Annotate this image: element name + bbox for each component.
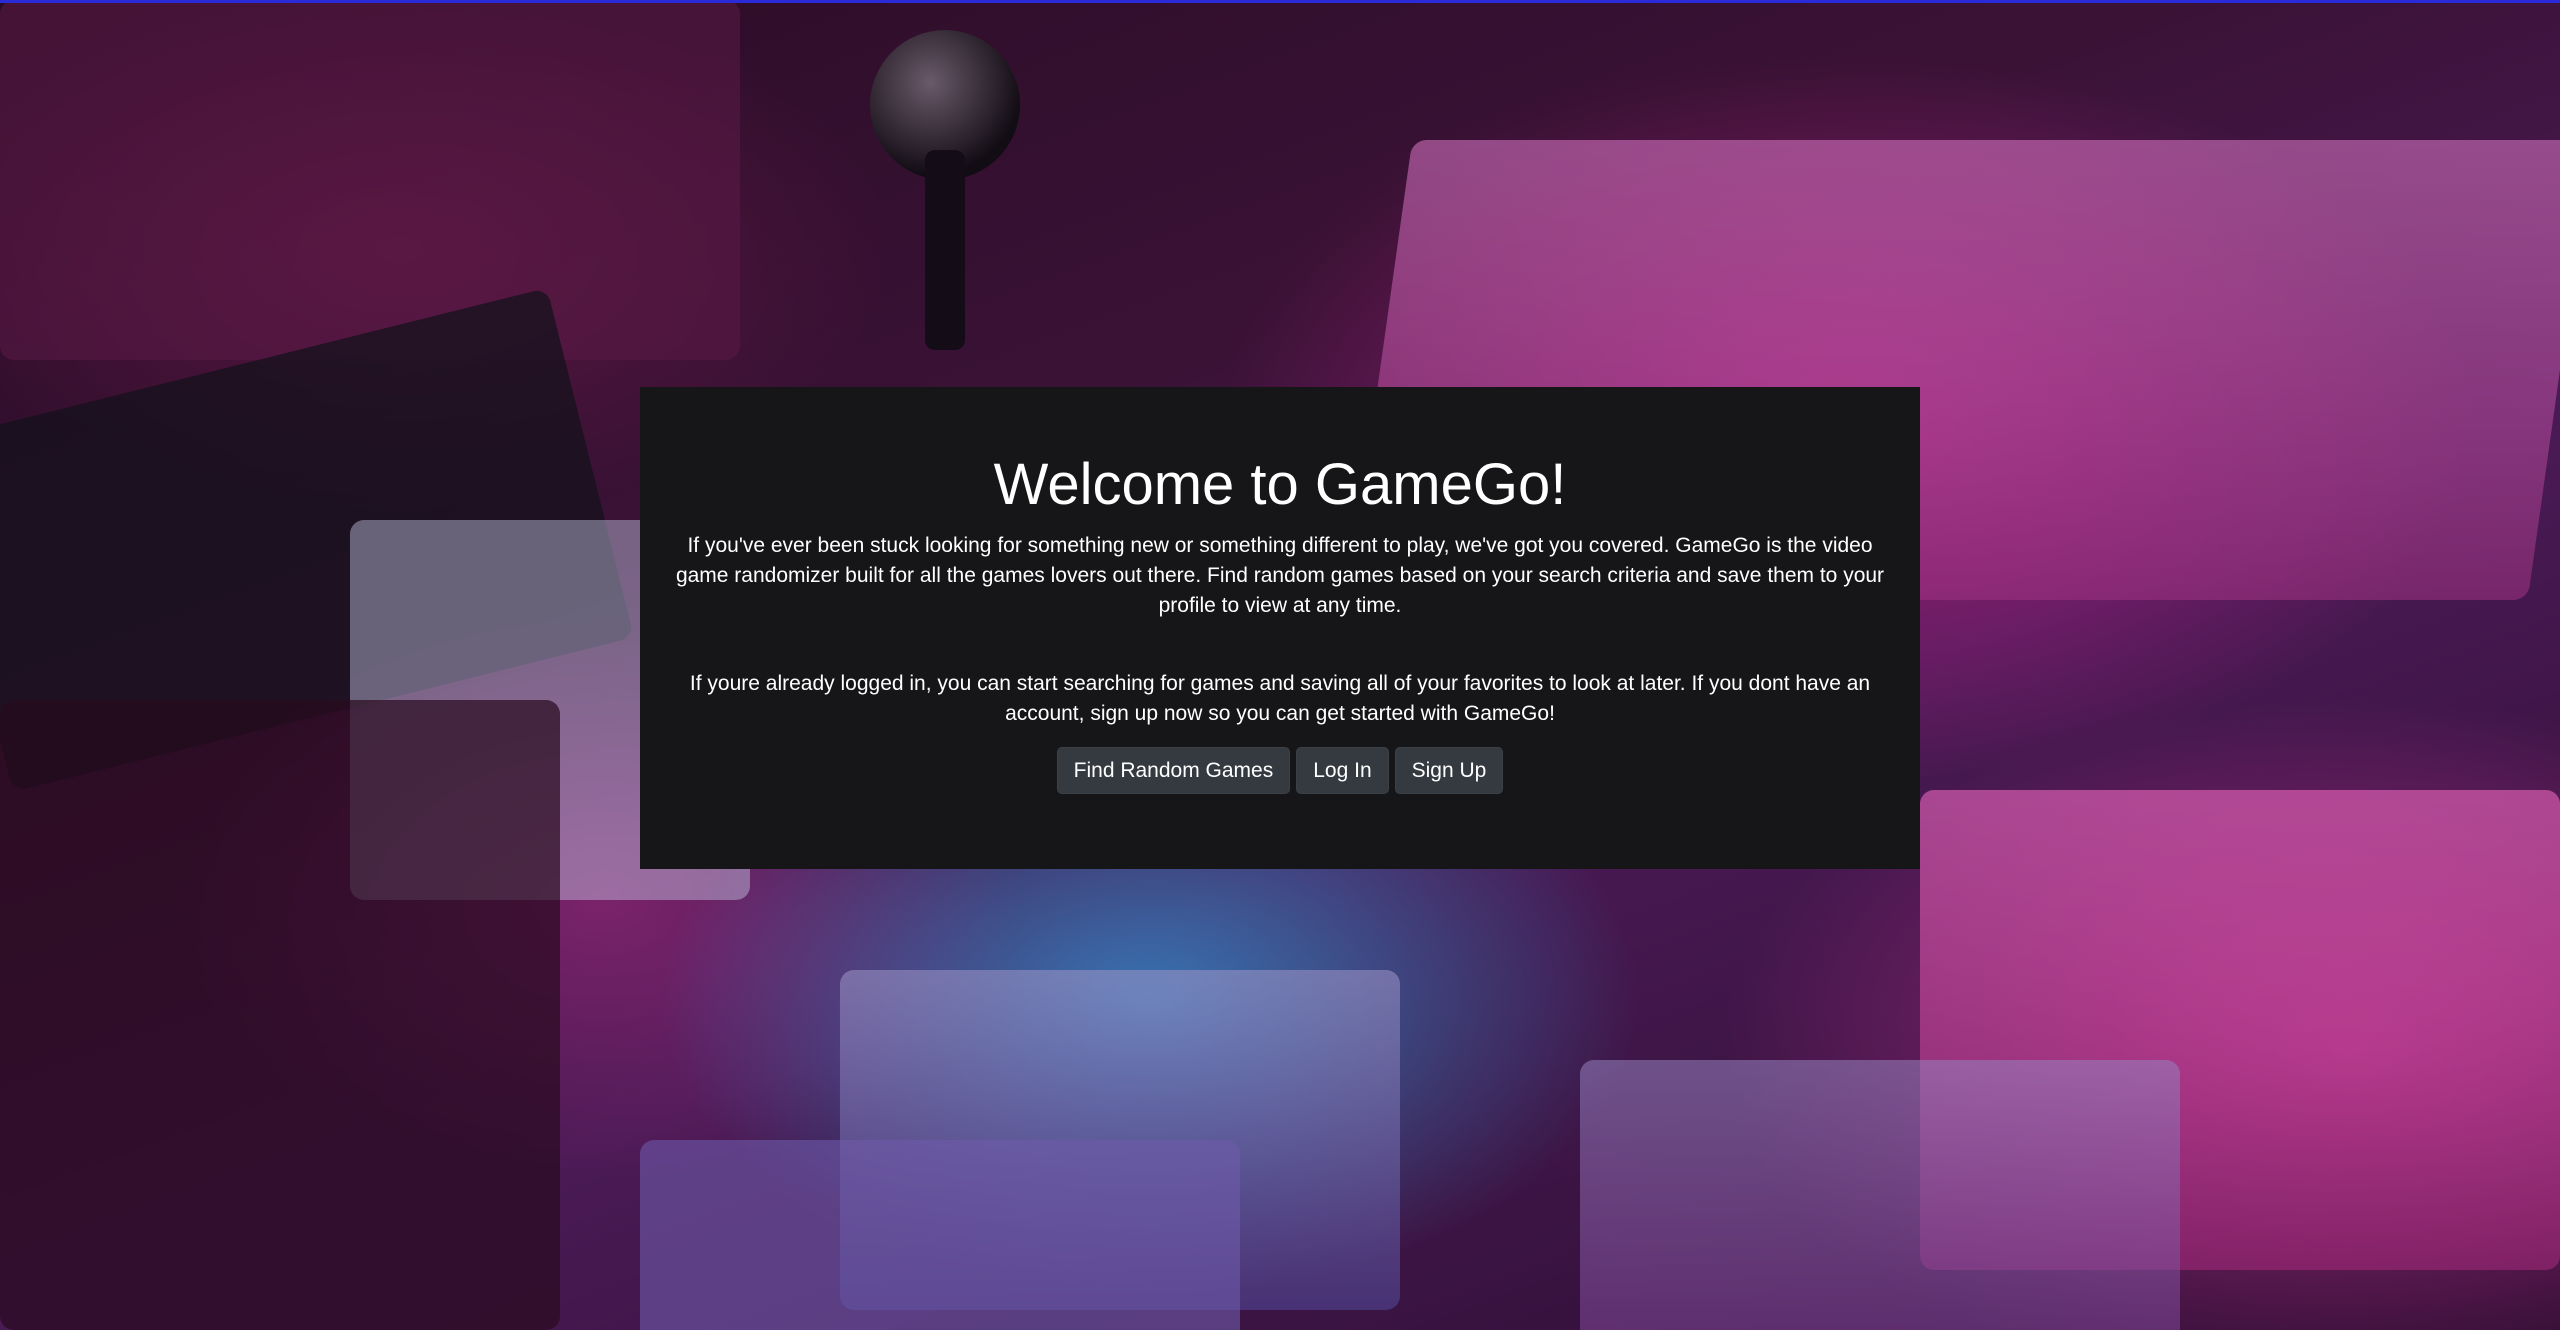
intro-text: If you've ever been stuck looking for so… [675, 533, 1885, 617]
background-cassette [1580, 1060, 2180, 1330]
background-joystick-stem [925, 150, 965, 350]
log-in-button[interactable]: Log In [1296, 746, 1389, 794]
welcome-panel: Welcome to GameGo! If you've ever been s… [640, 387, 1920, 869]
background-cartridges [0, 700, 560, 1330]
sign-up-button[interactable]: Sign Up [1394, 746, 1504, 794]
background-cassette [640, 1140, 1240, 1330]
page-title: Welcome to GameGo! [993, 452, 1567, 517]
landing-page: Welcome to GameGo! If you've ever been s… [0, 0, 2560, 1330]
background-disk-drive [0, 0, 740, 360]
top-accent-line [0, 0, 2560, 3]
find-random-games-button[interactable]: Find Random Games [1056, 746, 1291, 794]
action-buttons: Find Random Games Log In Sign Up [674, 746, 1886, 794]
account-text: If youre already logged in, you can star… [689, 671, 1871, 725]
